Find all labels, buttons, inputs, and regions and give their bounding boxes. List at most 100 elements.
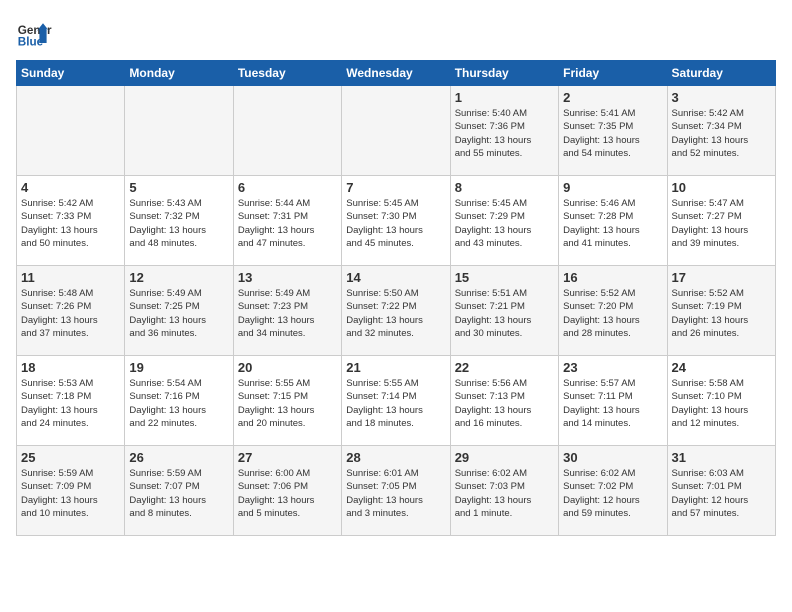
day-info: Sunrise: 5:59 AM Sunset: 7:09 PM Dayligh… (21, 467, 120, 520)
calendar-cell: 8 Sunrise: 5:45 AM Sunset: 7:29 PM Daylig… (450, 176, 558, 266)
day-header-tuesday: Tuesday (233, 61, 341, 86)
day-number: 2 (563, 90, 662, 105)
day-info: Sunrise: 5:59 AM Sunset: 7:07 PM Dayligh… (129, 467, 228, 520)
day-info: Sunrise: 5:44 AM Sunset: 7:31 PM Dayligh… (238, 197, 337, 250)
calendar-cell: 12 Sunrise: 5:49 AM Sunset: 7:25 PM Dayli… (125, 266, 233, 356)
day-info: Sunrise: 5:49 AM Sunset: 7:23 PM Dayligh… (238, 287, 337, 340)
day-number: 10 (672, 180, 771, 195)
day-info: Sunrise: 5:52 AM Sunset: 7:20 PM Dayligh… (563, 287, 662, 340)
day-number: 5 (129, 180, 228, 195)
day-info: Sunrise: 5:42 AM Sunset: 7:34 PM Dayligh… (672, 107, 771, 160)
day-info: Sunrise: 5:57 AM Sunset: 7:11 PM Dayligh… (563, 377, 662, 430)
day-info: Sunrise: 5:50 AM Sunset: 7:22 PM Dayligh… (346, 287, 445, 340)
calendar-cell: 3 Sunrise: 5:42 AM Sunset: 7:34 PM Daylig… (667, 86, 775, 176)
calendar-cell (125, 86, 233, 176)
day-number: 3 (672, 90, 771, 105)
day-info: Sunrise: 5:55 AM Sunset: 7:14 PM Dayligh… (346, 377, 445, 430)
logo: General Blue (16, 16, 52, 52)
calendar-cell: 7 Sunrise: 5:45 AM Sunset: 7:30 PM Daylig… (342, 176, 450, 266)
day-number: 31 (672, 450, 771, 465)
calendar-cell: 27 Sunrise: 6:00 AM Sunset: 7:06 PM Dayli… (233, 446, 341, 536)
calendar-cell: 18 Sunrise: 5:53 AM Sunset: 7:18 PM Dayli… (17, 356, 125, 446)
day-number: 11 (21, 270, 120, 285)
day-number: 1 (455, 90, 554, 105)
calendar-cell: 28Sunrise: 6:01 AM Sunset: 7:05 PM Dayli… (342, 446, 450, 536)
day-header-saturday: Saturday (667, 61, 775, 86)
calendar-cell: 25 Sunrise: 5:59 AM Sunset: 7:09 PM Dayli… (17, 446, 125, 536)
day-number: 6 (238, 180, 337, 195)
calendar-cell (233, 86, 341, 176)
calendar-cell: 24Sunrise: 5:58 AM Sunset: 7:10 PM Dayli… (667, 356, 775, 446)
day-number: 15 (455, 270, 554, 285)
day-number: 16 (563, 270, 662, 285)
calendar-week-row: 1 Sunrise: 5:40 AM Sunset: 7:36 PM Daylig… (17, 86, 776, 176)
day-info: Sunrise: 5:49 AM Sunset: 7:25 PM Dayligh… (129, 287, 228, 340)
calendar-table: SundayMondayTuesdayWednesdayThursdayFrid… (16, 60, 776, 536)
day-header-row: SundayMondayTuesdayWednesdayThursdayFrid… (17, 61, 776, 86)
page-header: General Blue (16, 16, 776, 52)
calendar-cell: 23 Sunrise: 5:57 AM Sunset: 7:11 PM Dayli… (559, 356, 667, 446)
day-number: 4 (21, 180, 120, 195)
day-info: Sunrise: 6:02 AM Sunset: 7:03 PM Dayligh… (455, 467, 554, 520)
calendar-cell: 13 Sunrise: 5:49 AM Sunset: 7:23 PM Dayli… (233, 266, 341, 356)
calendar-cell: 17 Sunrise: 5:52 AM Sunset: 7:19 PM Dayli… (667, 266, 775, 356)
calendar-week-row: 4 Sunrise: 5:42 AM Sunset: 7:33 PM Daylig… (17, 176, 776, 266)
day-number: 28 (346, 450, 445, 465)
day-info: Sunrise: 5:48 AM Sunset: 7:26 PM Dayligh… (21, 287, 120, 340)
day-info: Sunrise: 5:52 AM Sunset: 7:19 PM Dayligh… (672, 287, 771, 340)
day-number: 22 (455, 360, 554, 375)
day-info: Sunrise: 5:55 AM Sunset: 7:15 PM Dayligh… (238, 377, 337, 430)
calendar-cell (17, 86, 125, 176)
day-number: 18 (21, 360, 120, 375)
day-info: Sunrise: 5:54 AM Sunset: 7:16 PM Dayligh… (129, 377, 228, 430)
calendar-week-row: 11 Sunrise: 5:48 AM Sunset: 7:26 PM Dayli… (17, 266, 776, 356)
calendar-cell: 15 Sunrise: 5:51 AM Sunset: 7:21 PM Dayli… (450, 266, 558, 356)
day-number: 17 (672, 270, 771, 285)
calendar-cell: 16 Sunrise: 5:52 AM Sunset: 7:20 PM Dayli… (559, 266, 667, 356)
day-info: Sunrise: 5:41 AM Sunset: 7:35 PM Dayligh… (563, 107, 662, 160)
day-number: 7 (346, 180, 445, 195)
day-info: Sunrise: 5:46 AM Sunset: 7:28 PM Dayligh… (563, 197, 662, 250)
day-info: Sunrise: 6:03 AM Sunset: 7:01 PM Dayligh… (672, 467, 771, 520)
day-number: 27 (238, 450, 337, 465)
day-number: 14 (346, 270, 445, 285)
day-number: 12 (129, 270, 228, 285)
day-header-wednesday: Wednesday (342, 61, 450, 86)
day-header-monday: Monday (125, 61, 233, 86)
calendar-cell: 4 Sunrise: 5:42 AM Sunset: 7:33 PM Daylig… (17, 176, 125, 266)
day-info: Sunrise: 5:45 AM Sunset: 7:30 PM Dayligh… (346, 197, 445, 250)
day-number: 21 (346, 360, 445, 375)
day-number: 29 (455, 450, 554, 465)
day-info: Sunrise: 5:56 AM Sunset: 7:13 PM Dayligh… (455, 377, 554, 430)
day-info: Sunrise: 6:00 AM Sunset: 7:06 PM Dayligh… (238, 467, 337, 520)
day-info: Sunrise: 5:53 AM Sunset: 7:18 PM Dayligh… (21, 377, 120, 430)
day-number: 23 (563, 360, 662, 375)
day-number: 8 (455, 180, 554, 195)
calendar-week-row: 18 Sunrise: 5:53 AM Sunset: 7:18 PM Dayli… (17, 356, 776, 446)
day-info: Sunrise: 5:42 AM Sunset: 7:33 PM Dayligh… (21, 197, 120, 250)
day-number: 30 (563, 450, 662, 465)
day-info: Sunrise: 5:51 AM Sunset: 7:21 PM Dayligh… (455, 287, 554, 340)
calendar-cell: 19 Sunrise: 5:54 AM Sunset: 7:16 PM Dayli… (125, 356, 233, 446)
day-number: 20 (238, 360, 337, 375)
calendar-cell: 22 Sunrise: 5:56 AM Sunset: 7:13 PM Dayli… (450, 356, 558, 446)
logo-icon: General Blue (16, 16, 52, 52)
day-info: Sunrise: 5:58 AM Sunset: 7:10 PM Dayligh… (672, 377, 771, 430)
day-number: 26 (129, 450, 228, 465)
day-number: 13 (238, 270, 337, 285)
day-info: Sunrise: 5:45 AM Sunset: 7:29 PM Dayligh… (455, 197, 554, 250)
day-number: 9 (563, 180, 662, 195)
calendar-cell: 30Sunrise: 6:02 AM Sunset: 7:02 PM Dayli… (559, 446, 667, 536)
calendar-cell: 6 Sunrise: 5:44 AM Sunset: 7:31 PM Daylig… (233, 176, 341, 266)
day-info: Sunrise: 5:43 AM Sunset: 7:32 PM Dayligh… (129, 197, 228, 250)
day-header-friday: Friday (559, 61, 667, 86)
day-number: 19 (129, 360, 228, 375)
day-number: 25 (21, 450, 120, 465)
calendar-cell: 31 Sunrise: 6:03 AM Sunset: 7:01 PM Dayli… (667, 446, 775, 536)
day-info: Sunrise: 5:40 AM Sunset: 7:36 PM Dayligh… (455, 107, 554, 160)
day-header-sunday: Sunday (17, 61, 125, 86)
day-info: Sunrise: 5:47 AM Sunset: 7:27 PM Dayligh… (672, 197, 771, 250)
calendar-cell (342, 86, 450, 176)
calendar-cell: 10 Sunrise: 5:47 AM Sunset: 7:27 PM Dayli… (667, 176, 775, 266)
calendar-cell: 26 Sunrise: 5:59 AM Sunset: 7:07 PM Dayli… (125, 446, 233, 536)
